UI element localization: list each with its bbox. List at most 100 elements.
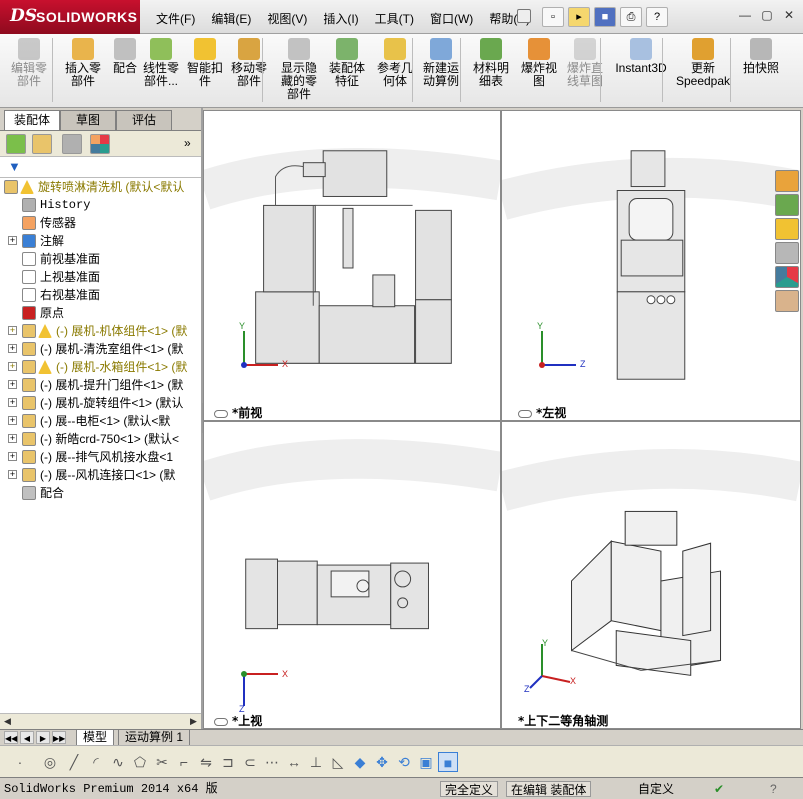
chamfer-icon[interactable]: ◺ [328, 752, 348, 772]
help-icon[interactable]: ? [646, 7, 668, 27]
sketch-point-icon[interactable]: · [10, 752, 30, 772]
tree-node[interactable]: + (-) 展--排气风机接水盘<1 [0, 448, 203, 466]
tree-node[interactable]: + 注解 [0, 232, 203, 250]
arc-icon[interactable]: ◜ [86, 752, 106, 772]
feature-manager-icon[interactable] [6, 134, 26, 154]
tree-node[interactable]: + (-) 展机-机体组件<1> (默 [0, 322, 203, 340]
save-icon[interactable]: ■ [594, 7, 616, 27]
cmd-bom-button[interactable]: 材料明 细表 [466, 38, 516, 88]
expand-panel-icon[interactable]: » [184, 136, 191, 150]
tab-sketch[interactable]: 草图 [60, 110, 116, 130]
design-library-icon[interactable] [775, 194, 799, 216]
next-tab-icon[interactable]: ▶ [36, 731, 50, 744]
first-tab-icon[interactable]: ◀◀ [4, 731, 18, 744]
tree-node[interactable]: 原点 [0, 304, 203, 322]
configuration-manager-icon[interactable] [62, 134, 82, 154]
tree-node[interactable]: 前视基准面 [0, 250, 203, 268]
tab-evaluate[interactable]: 评估 [116, 110, 172, 130]
cmd-new-motion-study-button[interactable]: 新建运 动算例 [416, 38, 466, 88]
tree-node[interactable]: 旋转喷淋清洗机 (默认<默认 [0, 178, 203, 196]
tree-node[interactable]: + (-) 展--电柜<1> (默认<默 [0, 412, 203, 430]
menu-window[interactable]: 窗口(W) [422, 10, 481, 27]
tree-node[interactable]: + (-) 展--风机连接口<1> (默 [0, 466, 203, 484]
expand-icon[interactable]: + [8, 326, 17, 335]
polygon-icon[interactable]: ⬠ [130, 752, 150, 772]
centerline-icon[interactable]: ⋯ [262, 752, 282, 772]
slot-icon[interactable]: ⊂ [240, 752, 260, 772]
property-manager-icon[interactable] [32, 134, 52, 154]
cmd-smart-fastener-button[interactable]: 智能扣 件 [180, 38, 230, 88]
units-status[interactable]: 自定义 [638, 781, 674, 797]
expand-icon[interactable]: + [8, 236, 17, 245]
cmd-snapshot-button[interactable]: 拍快照 [736, 38, 786, 75]
solidworks-logo[interactable]: DS SOLIDWORKS [0, 0, 140, 34]
move-entity-icon[interactable]: ✥ [372, 752, 392, 772]
tab-motion-study-1[interactable]: 运动算例 1 [118, 730, 191, 746]
tab-assembly[interactable]: 装配体 [4, 110, 60, 130]
restore-icon[interactable]: ▢ [759, 7, 775, 23]
help-status-icon[interactable]: ? [770, 781, 777, 797]
open-icon[interactable]: ▸ [568, 7, 590, 27]
spline-icon[interactable]: ∿ [108, 752, 128, 772]
new-icon[interactable]: ▫ [542, 7, 564, 27]
custom-properties-icon[interactable] [775, 290, 799, 312]
expand-icon[interactable]: + [8, 452, 17, 461]
viewport-top[interactable]: X Z *上视 [203, 421, 501, 729]
3d-sketch-icon[interactable]: ◆ [350, 752, 370, 772]
expand-icon[interactable]: + [8, 344, 17, 353]
filter-icon[interactable]: ▼ [8, 159, 21, 174]
tree-node[interactable]: 上视基准面 [0, 268, 203, 286]
minimize-icon[interactable]: — [737, 7, 753, 23]
view-palette-icon[interactable] [775, 242, 799, 264]
expand-icon[interactable]: + [8, 416, 17, 425]
tree-node[interactable]: + (-) 展机-提升门组件<1> (默 [0, 376, 203, 394]
tree-node[interactable]: + (-) 展机-旋转组件<1> (默认 [0, 394, 203, 412]
last-tab-icon[interactable]: ▶▶ [52, 731, 66, 744]
cmd-edit-part-button[interactable]: 编辑零 部件 [4, 38, 54, 88]
expand-icon[interactable]: + [8, 398, 17, 407]
expand-icon[interactable]: + [8, 380, 17, 389]
menu-file[interactable]: 文件(F) [148, 10, 203, 27]
expand-icon[interactable]: + [8, 470, 17, 479]
display-manager-icon[interactable] [90, 134, 110, 154]
cmd-move-part-button[interactable]: 移动零 部件 [224, 38, 274, 88]
menu-insert[interactable]: 插入(I) [315, 10, 366, 27]
box-icon[interactable]: ▣ [416, 752, 436, 772]
close-icon[interactable]: ✕ [781, 7, 797, 23]
cmd-assembly-feature-button[interactable]: 装配体 特征 [322, 38, 372, 88]
print-icon[interactable]: ⎙ [620, 7, 642, 27]
viewport-isometric[interactable]: Y X Z *上下二等角轴测 [501, 421, 801, 729]
scroll-left-icon[interactable]: ◀ [4, 716, 11, 727]
tree-node[interactable]: + (-) 新皓crd-750<1> (默认< [0, 430, 203, 448]
cmd-exploded-view-button[interactable]: 爆炸视 图 [514, 38, 564, 88]
sketch-fillet-icon[interactable]: ⌐ [174, 752, 194, 772]
cmd-show-hidden-button[interactable]: 显示隐 藏的零 部件 [274, 38, 324, 101]
tree-node[interactable]: 右视基准面 [0, 286, 203, 304]
cmd-linear-pattern-button[interactable]: 线性零 部件... [136, 38, 186, 88]
tree-node[interactable]: + (-) 展机-水箱组件<1> (默 [0, 358, 203, 376]
tree-horizontal-scrollbar[interactable]: ◀ ▶ [0, 713, 203, 729]
pin-menu-icon[interactable] [517, 9, 531, 23]
line-icon[interactable]: ╱ [64, 752, 84, 772]
expand-icon[interactable]: + [8, 362, 17, 371]
scroll-right-icon[interactable]: ▶ [190, 716, 197, 727]
viewport-front[interactable]: Y X *前视 [203, 110, 501, 421]
menu-edit[interactable]: 编辑(E) [203, 10, 259, 27]
tree-node[interactable]: + (-) 展机-清洗室组件<1> (默 [0, 340, 203, 358]
mirror-icon[interactable]: ⇋ [196, 752, 216, 772]
dimension-icon[interactable]: ↔ [284, 752, 304, 772]
tree-node[interactable]: 传感器 [0, 214, 203, 232]
tree-node[interactable]: History [0, 196, 203, 214]
shaded-sketch-icon[interactable]: ■ [438, 752, 458, 772]
cmd-speedpak-button[interactable]: 更新 Speedpak [672, 38, 734, 88]
trim-icon[interactable]: ✂ [152, 752, 172, 772]
relation-icon[interactable]: ⊥ [306, 752, 326, 772]
expand-icon[interactable]: + [8, 434, 17, 443]
solidworks-resources-icon[interactable] [775, 170, 799, 192]
appearances-icon[interactable] [775, 266, 799, 288]
circle-icon[interactable]: ◎ [40, 752, 60, 772]
tree-node[interactable]: 配合 [0, 484, 203, 502]
rotate-entity-icon[interactable]: ⟲ [394, 752, 414, 772]
menu-tools[interactable]: 工具(T) [367, 10, 422, 27]
cmd-explode-line-sketch-button[interactable]: 爆炸直 线草图 [560, 38, 610, 88]
